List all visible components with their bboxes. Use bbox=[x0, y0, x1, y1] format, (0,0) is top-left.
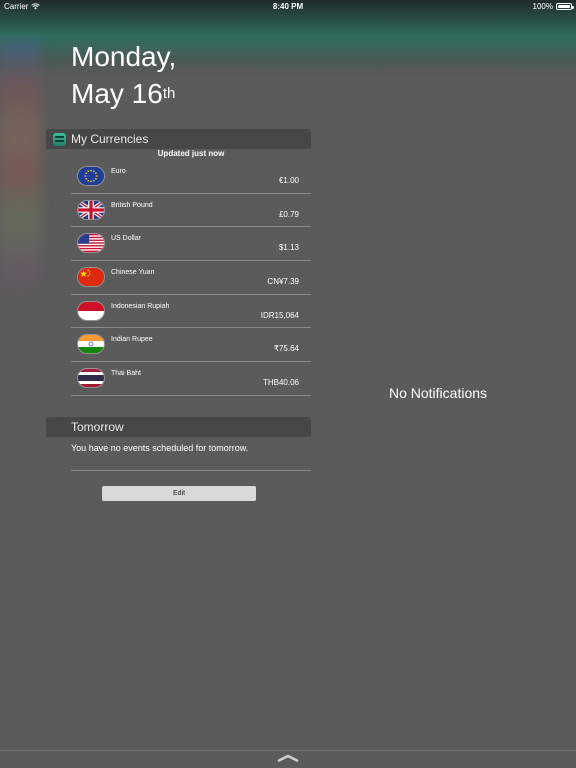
currency-row-us-dollar[interactable]: US Dollar $1.13 bbox=[71, 227, 311, 262]
currency-row-chinese-yuan[interactable]: Chinese Yuan CN¥7.39 bbox=[71, 261, 311, 295]
tomorrow-widget-header[interactable]: Tomorrow bbox=[46, 417, 311, 437]
currency-name: Thai Baht bbox=[111, 370, 141, 378]
currencies-widget-header[interactable]: My Currencies bbox=[46, 129, 311, 149]
currency-row-euro[interactable]: Euro €1.00 bbox=[71, 160, 311, 194]
currencies-widget-title: My Currencies bbox=[71, 132, 149, 146]
currency-name: Indonesian Rupiah bbox=[111, 302, 170, 310]
id-flag-icon bbox=[77, 300, 105, 321]
tomorrow-message: You have no events scheduled for tomorro… bbox=[71, 443, 249, 453]
widgets-divider bbox=[71, 470, 311, 471]
background-blurred-icons bbox=[0, 40, 40, 300]
chevron-grabber-icon[interactable] bbox=[277, 754, 299, 762]
eu-flag-icon bbox=[77, 166, 105, 186]
bottom-divider bbox=[0, 750, 576, 751]
currency-row-british-pound[interactable]: British Pound £0.79 bbox=[71, 194, 311, 228]
no-notifications-label: No Notifications bbox=[388, 385, 488, 401]
currency-row-indonesian-rupiah[interactable]: Indonesian Rupiah IDR15,064 bbox=[71, 295, 311, 329]
month-day-label: May 16th bbox=[71, 75, 176, 112]
us-flag-icon bbox=[77, 233, 105, 254]
uk-flag-icon bbox=[77, 199, 105, 220]
cn-flag-icon bbox=[77, 267, 105, 288]
currency-name: US Dollar bbox=[111, 235, 141, 243]
month-day-text: May 16 bbox=[71, 78, 163, 109]
currency-name: British Pound bbox=[111, 201, 153, 209]
tomorrow-widget-title: Tomorrow bbox=[71, 420, 124, 434]
status-time: 8:40 PM bbox=[272, 2, 304, 11]
battery-percent: 100% bbox=[532, 2, 553, 11]
currency-value: $1.13 bbox=[278, 243, 299, 253]
currency-value: CN¥7.39 bbox=[267, 277, 299, 287]
date-heading: Monday, May 16th bbox=[71, 38, 176, 112]
battery-icon bbox=[556, 3, 574, 10]
ordinal-suffix: th bbox=[162, 85, 176, 102]
status-bar: Carrier 8:40 PM 100% bbox=[0, 0, 576, 13]
currency-name: Chinese Yuan bbox=[111, 269, 155, 277]
in-flag-icon bbox=[77, 334, 105, 355]
updated-status: Updated just now bbox=[157, 149, 225, 158]
currency-name: Euro bbox=[111, 168, 126, 175]
currency-value: THB40.06 bbox=[262, 378, 299, 388]
weekday-label: Monday, bbox=[71, 41, 177, 72]
currency-value: £0.79 bbox=[278, 209, 299, 219]
currency-value: ₹75.64 bbox=[273, 344, 299, 354]
currency-row-thai-baht[interactable]: Thai Baht THB40.06 bbox=[71, 362, 311, 396]
currencies-app-icon bbox=[53, 132, 66, 146]
status-right: 100% bbox=[532, 0, 574, 13]
currency-value: IDR15,064 bbox=[260, 310, 299, 320]
edit-button[interactable]: Edit bbox=[102, 486, 256, 501]
currency-value: €1.00 bbox=[278, 176, 299, 185]
currency-row-indian-rupee[interactable]: Indian Rupee ₹75.64 bbox=[71, 328, 311, 363]
currency-list: Euro €1.00 British Pound £0.79 US Dollar… bbox=[71, 160, 311, 396]
th-flag-icon bbox=[77, 368, 105, 389]
currency-name: Indian Rupee bbox=[111, 336, 153, 344]
